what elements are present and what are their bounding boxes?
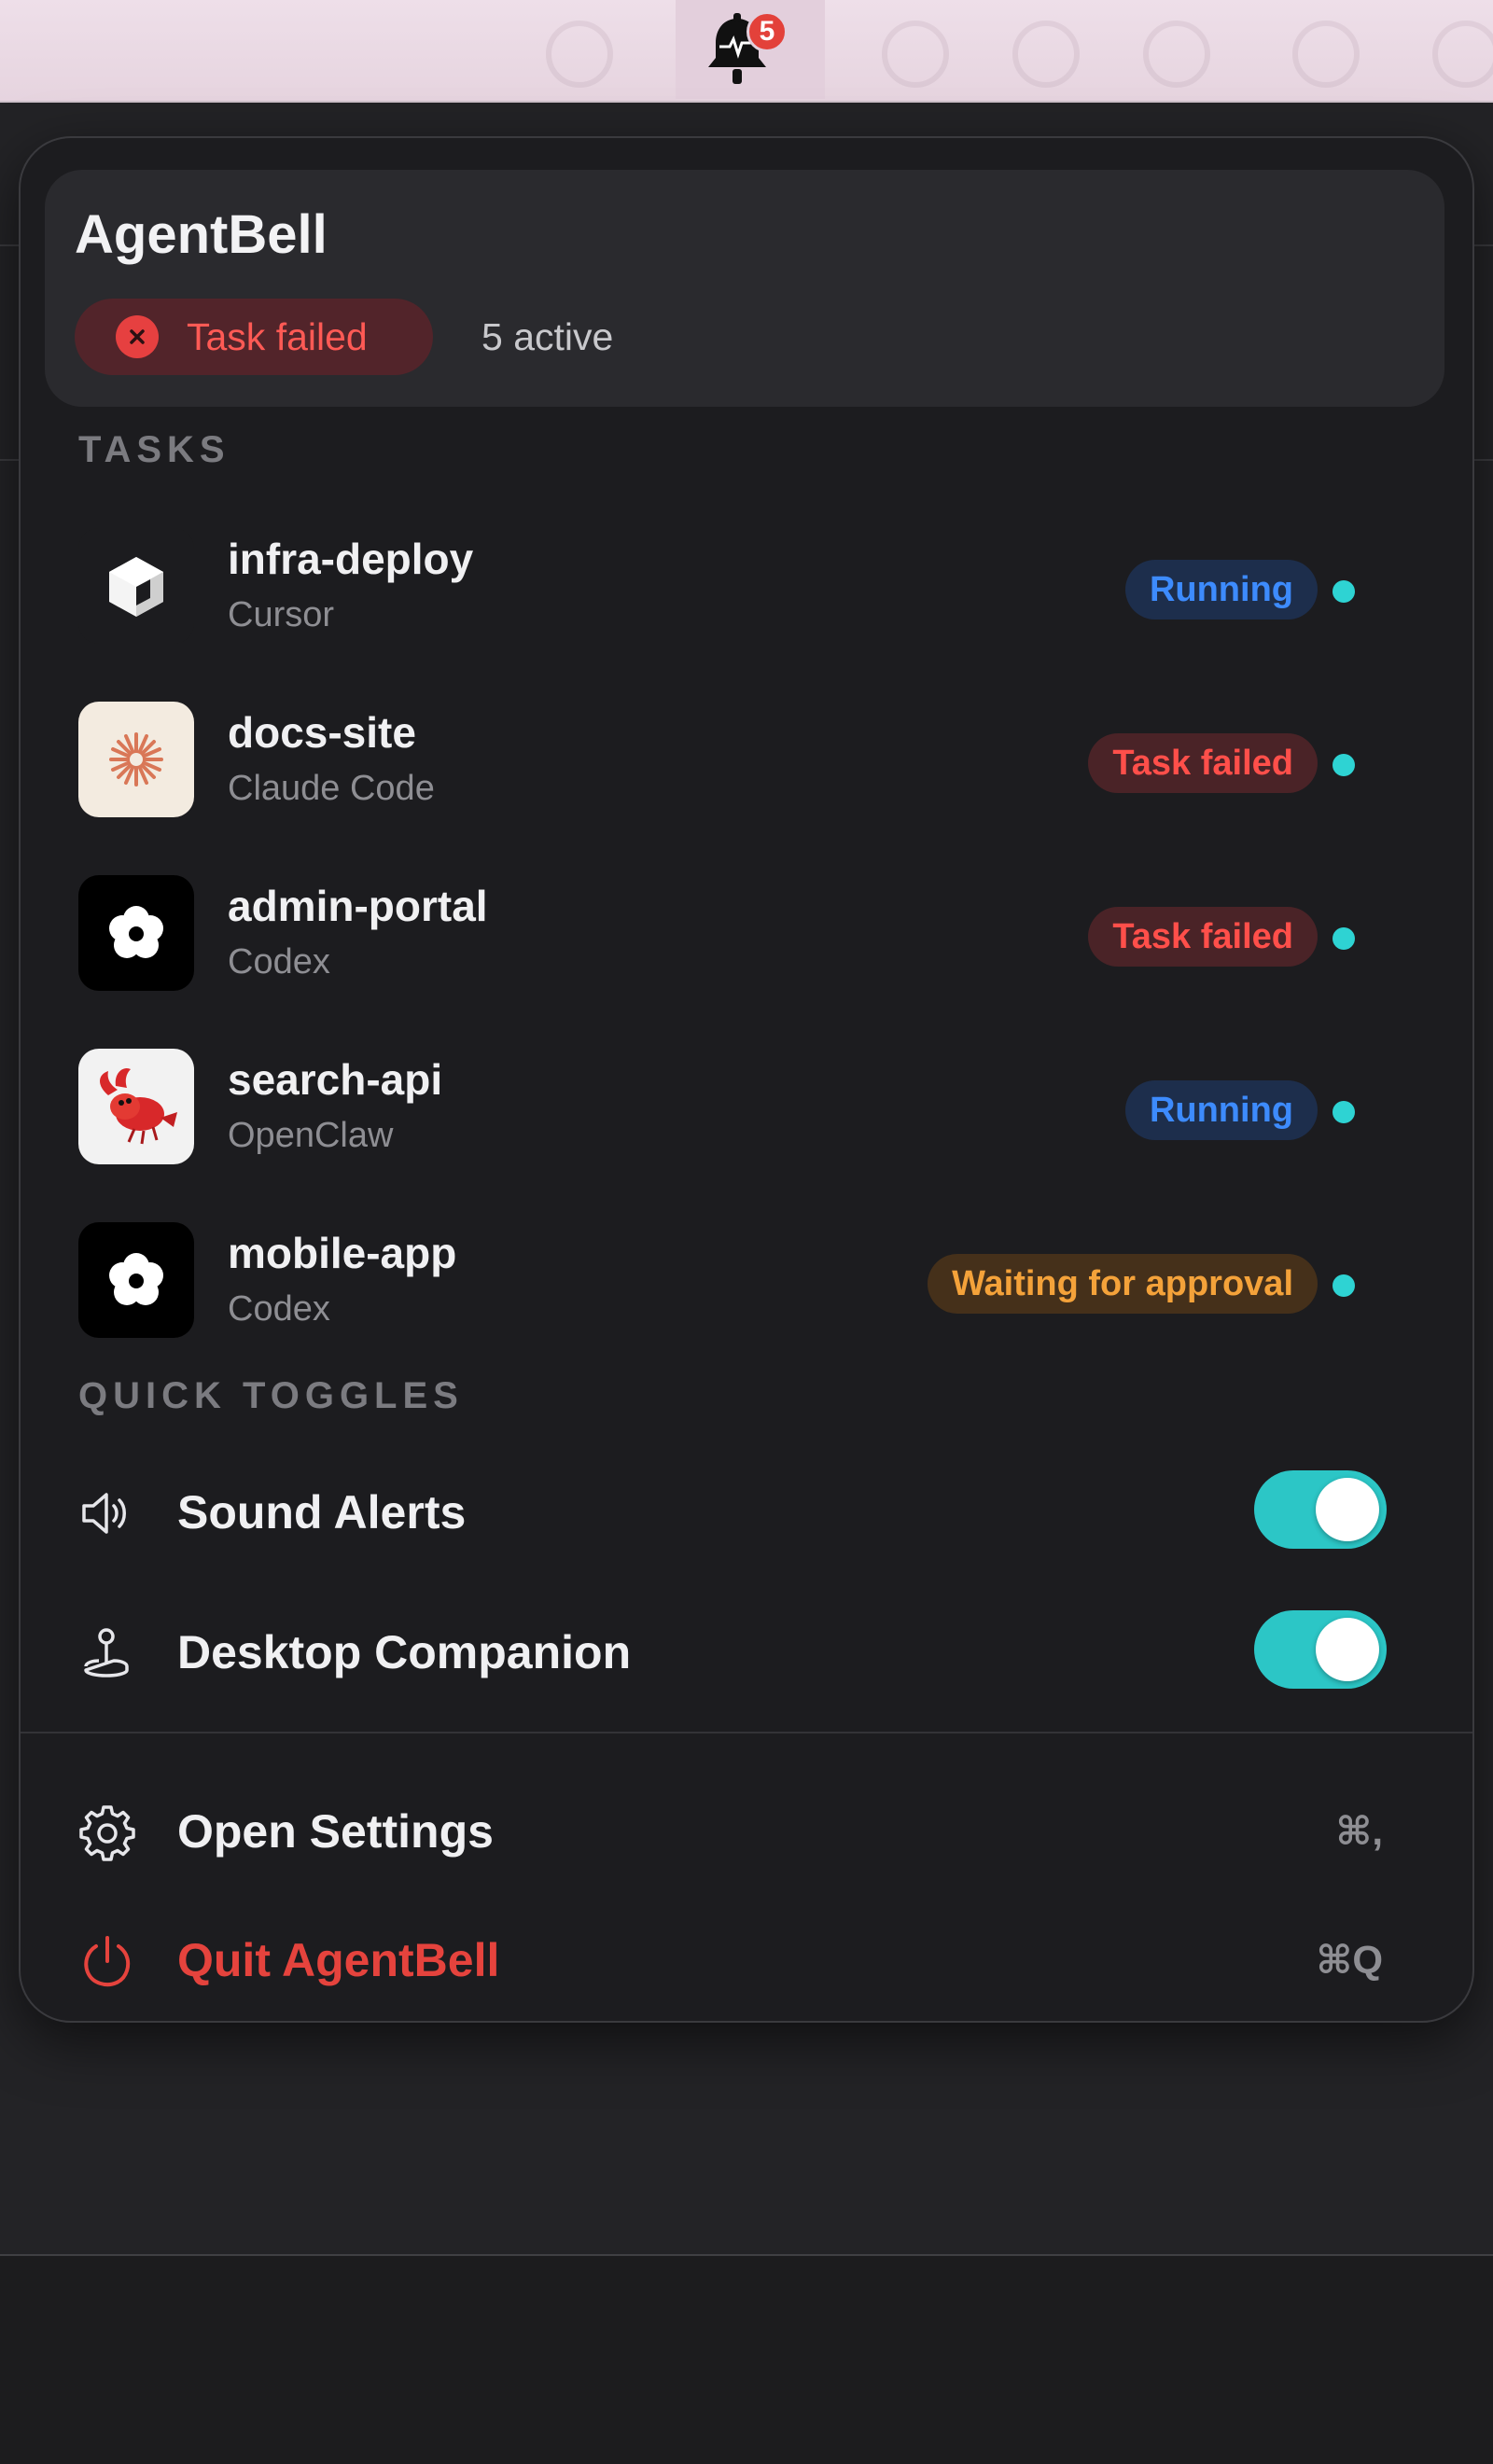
open-settings-menu-item[interactable]: Open Settings ⌘, <box>78 1791 1441 1875</box>
quit-menu-item[interactable]: Quit AgentBell ⌘Q <box>78 1920 1441 2004</box>
menu-bar: 5 <box>0 0 1493 103</box>
live-indicator-dot <box>1333 927 1355 950</box>
menubar-app-icon[interactable] <box>546 21 613 88</box>
task-row[interactable]: admin-portal Codex Task failed <box>78 870 1441 1000</box>
menubar-app-icon[interactable] <box>1432 21 1493 88</box>
task-name: mobile-app <box>228 1229 457 1277</box>
openclaw-lobster-icon <box>78 1049 194 1164</box>
task-agent: Claude Code <box>228 769 435 808</box>
task-agent: Codex <box>228 1289 330 1329</box>
open-settings-label: Open Settings <box>177 1805 494 1858</box>
task-row[interactable]: mobile-app Codex Waiting for approval <box>78 1217 1441 1347</box>
toggle-label: Sound Alerts <box>177 1486 467 1538</box>
quit-shortcut: ⌘Q <box>1316 1938 1383 1982</box>
overall-status-pill[interactable]: Task failed <box>75 299 433 375</box>
desktop-companion-toggle-row[interactable]: Desktop Companion <box>78 1607 1441 1700</box>
task-status-badge: Running <box>1124 1080 1318 1140</box>
menubar-app-icon[interactable] <box>882 21 949 88</box>
task-name: infra-deploy <box>228 535 474 583</box>
active-count: 5 active <box>481 315 614 358</box>
app-title: AgentBell <box>75 204 328 265</box>
desktop-companion-switch[interactable] <box>1254 1610 1387 1689</box>
sound-alerts-toggle-row[interactable]: Sound Alerts <box>78 1467 1441 1560</box>
task-agent: Cursor <box>228 595 335 634</box>
task-name: docs-site <box>228 708 416 757</box>
task-agent: Codex <box>228 942 330 981</box>
header-card: AgentBell Task failed 5 active <box>45 170 1444 407</box>
live-indicator-dot <box>1333 1274 1355 1297</box>
toggle-label: Desktop Companion <box>177 1626 632 1678</box>
menubar-app-icon[interactable] <box>1143 21 1210 88</box>
task-row[interactable]: docs-site Claude Code Task failed <box>78 696 1441 827</box>
task-status-badge: Waiting for approval <box>928 1254 1318 1314</box>
power-icon <box>84 1936 131 1987</box>
task-row[interactable]: search-api OpenClaw Running <box>78 1043 1441 1174</box>
tasks-section-label: TASKS <box>78 429 230 470</box>
menubar-app-icon[interactable] <box>1292 21 1360 88</box>
speaker-icon <box>82 1493 126 1534</box>
error-x-icon <box>116 315 159 358</box>
claude-starburst-icon <box>78 702 194 817</box>
menu-divider <box>21 1732 1472 1733</box>
codex-flower-icon <box>78 1222 194 1338</box>
menubar-app-icon[interactable] <box>1012 21 1080 88</box>
quick-toggles-section-label: QUICK TOGGLES <box>78 1375 464 1416</box>
settings-shortcut: ⌘, <box>1335 1809 1383 1853</box>
task-status-badge: Task failed <box>1088 907 1318 967</box>
switch-knob <box>1316 1478 1379 1541</box>
task-status-badge: Running <box>1124 560 1318 619</box>
task-row[interactable]: infra-deploy Cursor Running <box>78 522 1441 653</box>
live-indicator-dot <box>1333 754 1355 776</box>
background-window <box>0 2254 1493 2464</box>
task-name: admin-portal <box>228 882 488 930</box>
notification-count-badge: 5 <box>746 11 788 52</box>
live-indicator-dot <box>1333 1101 1355 1123</box>
agentbell-menu-panel: AgentBell Task failed 5 active TASKS inf… <box>19 136 1474 2023</box>
joystick-icon <box>84 1628 129 1677</box>
task-agent: OpenClaw <box>228 1116 394 1155</box>
task-status-badge: Task failed <box>1088 733 1318 793</box>
switch-knob <box>1316 1618 1379 1681</box>
task-name: search-api <box>228 1055 443 1104</box>
gear-icon <box>79 1805 135 1861</box>
quit-label: Quit AgentBell <box>177 1934 500 1986</box>
live-indicator-dot <box>1333 580 1355 603</box>
overall-status-label: Task failed <box>187 314 368 358</box>
cursor-cube-icon <box>78 528 194 644</box>
sound-alerts-switch[interactable] <box>1254 1470 1387 1549</box>
codex-flower-icon <box>78 875 194 991</box>
